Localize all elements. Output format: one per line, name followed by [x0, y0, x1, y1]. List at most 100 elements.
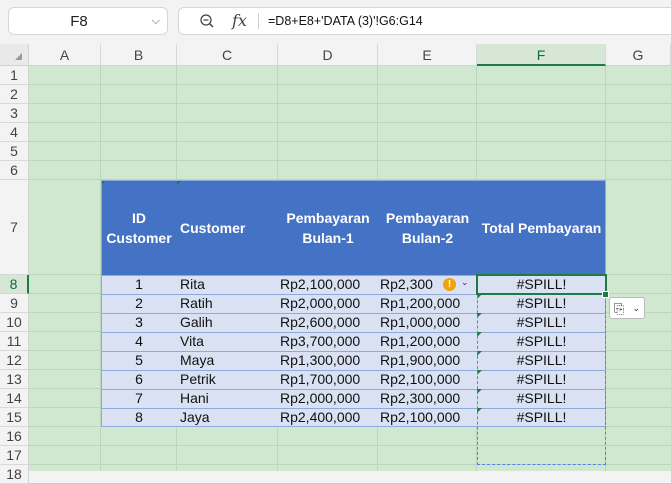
paste-options-icon[interactable]: ⎘: [614, 301, 624, 317]
zoom-icon[interactable]: [199, 13, 215, 32]
gridline-horizontal: [29, 160, 671, 161]
gridline-horizontal: [29, 122, 671, 123]
cell-total[interactable]: #SPILL!: [477, 332, 606, 351]
cell-bulan1[interactable]: Rp2,100,000: [280, 275, 378, 294]
row-header-3[interactable]: 3: [0, 104, 29, 123]
cell-bulan2[interactable]: Rp1,900,000: [380, 351, 477, 370]
fx-icon[interactable]: fx: [232, 11, 247, 30]
cell-bulan1[interactable]: Rp2,000,000: [280, 389, 378, 408]
column-header-a[interactable]: A: [29, 44, 101, 66]
row-header-5[interactable]: 5: [0, 142, 29, 161]
table-header-total[interactable]: Total Pembayaran: [477, 180, 606, 275]
table-header-bulan2[interactable]: Pembayaran Bulan-2: [378, 180, 477, 275]
formula-input[interactable]: =D8+E8+'DATA (3)'!G6:G14: [268, 14, 423, 28]
column-header-d[interactable]: D: [278, 44, 378, 66]
column-header-c[interactable]: C: [177, 44, 278, 66]
cell-bulan1[interactable]: Rp3,700,000: [280, 332, 378, 351]
cell-total[interactable]: #SPILL!: [477, 408, 606, 427]
cell-id[interactable]: 2: [101, 294, 177, 313]
cell-total[interactable]: #SPILL!: [477, 370, 606, 389]
error-indicator: [477, 351, 482, 356]
column-header-e[interactable]: E: [378, 44, 477, 66]
cell-bulan2[interactable]: Rp2,100,000: [380, 408, 477, 427]
cell-id[interactable]: 7: [101, 389, 177, 408]
cell-bulan1[interactable]: Rp2,000,000: [280, 294, 378, 313]
row-header-2[interactable]: 2: [0, 85, 29, 104]
cell-id[interactable]: 8: [101, 408, 177, 427]
row-header-8[interactable]: 8: [0, 275, 29, 294]
cell-total[interactable]: #SPILL!: [477, 389, 606, 408]
table-header-bulan1[interactable]: Pembayaran Bulan-1: [278, 180, 378, 275]
select-all-icon[interactable]: [15, 53, 22, 60]
column-header-f[interactable]: F: [477, 44, 606, 66]
formula-box[interactable]: fx =D8+E8+'DATA (3)'!G6:G14: [178, 7, 671, 35]
chevron-down-icon[interactable]: ⌵: [152, 15, 160, 28]
gridline-horizontal: [29, 84, 671, 85]
row-header-11[interactable]: 11: [0, 332, 29, 351]
paste-options-button[interactable]: ⎘ ⌄: [609, 297, 645, 319]
cell-bulan1[interactable]: Rp1,300,000: [280, 351, 378, 370]
row-header-9[interactable]: 9: [0, 294, 29, 313]
active-cell-selection[interactable]: [476, 274, 607, 295]
row-header-16[interactable]: 16: [0, 427, 29, 446]
cell-bulan2[interactable]: Rp2,300,000: [380, 389, 477, 408]
warning-icon[interactable]: !: [443, 278, 456, 291]
cell-customer[interactable]: Galih: [180, 313, 278, 332]
cell-total[interactable]: #SPILL!: [477, 351, 606, 370]
chevron-down-icon[interactable]: ⌄: [461, 277, 469, 288]
formula-bar-area: F8 ⌵ fx =D8+E8+'DATA (3)'!G6:G14: [0, 0, 671, 44]
cell-customer[interactable]: Rita: [180, 275, 278, 294]
table-header-customer[interactable]: Customer: [177, 180, 278, 275]
cell-customer[interactable]: Ratih: [180, 294, 278, 313]
select-all-corner[interactable]: [0, 44, 29, 66]
column-header-g[interactable]: G: [606, 44, 671, 66]
error-indicator: [477, 389, 482, 394]
cell-bulan2[interactable]: Rp1,200,000: [380, 332, 477, 351]
name-box[interactable]: F8 ⌵: [8, 7, 168, 35]
cell-customer[interactable]: Petrik: [180, 370, 278, 389]
cell-total[interactable]: #SPILL!: [477, 294, 606, 313]
error-indicator: [477, 332, 482, 337]
row-header-7[interactable]: 7: [0, 180, 29, 275]
cell-bulan2[interactable]: Rp2,100,000: [380, 370, 477, 389]
cell-bulan1[interactable]: Rp2,600,000: [280, 313, 378, 332]
cell-bulan2[interactable]: Rp1,000,000: [380, 313, 477, 332]
cell-id[interactable]: 5: [101, 351, 177, 370]
gridline-horizontal: [29, 141, 671, 142]
name-box-value[interactable]: F8: [9, 13, 149, 30]
error-indicator: [477, 408, 482, 413]
cell-id[interactable]: 1: [101, 275, 177, 294]
row-header-15[interactable]: 15: [0, 408, 29, 427]
column-header-b[interactable]: B: [101, 44, 177, 66]
cell-id[interactable]: 4: [101, 332, 177, 351]
worksheet-grid[interactable]: A B C D E F G 1 2 3 4 5 6 7 8 9 10 11 12 13 14 15 16 17 18 ID Cus…: [0, 44, 671, 484]
error-indicator: [101, 180, 106, 185]
row-header-18[interactable]: 18: [0, 465, 29, 484]
row-header-13[interactable]: 13: [0, 370, 29, 389]
row-header-14[interactable]: 14: [0, 389, 29, 408]
divider: [258, 13, 259, 29]
row-header-17[interactable]: 17: [0, 446, 29, 465]
gridline-horizontal: [29, 464, 671, 465]
table-header-id[interactable]: ID Customer: [101, 180, 177, 275]
row-header-6[interactable]: 6: [0, 161, 29, 180]
cell-total[interactable]: #SPILL!: [477, 313, 606, 332]
cell-bulan1[interactable]: Rp1,700,000: [280, 370, 378, 389]
row-header-4[interactable]: 4: [0, 123, 29, 142]
cell-id[interactable]: 3: [101, 313, 177, 332]
row-header-10[interactable]: 10: [0, 313, 29, 332]
cell-customer[interactable]: Jaya: [180, 408, 278, 427]
error-indicator: [477, 370, 482, 375]
cell-customer[interactable]: Maya: [180, 351, 278, 370]
cell-customer[interactable]: Vita: [180, 332, 278, 351]
gridline-horizontal: [29, 445, 671, 446]
cell-bulan2[interactable]: Rp1,200,000: [380, 294, 477, 313]
cell-id[interactable]: 6: [101, 370, 177, 389]
error-indicator: [477, 313, 482, 318]
cell-bulan1[interactable]: Rp2,400,000: [280, 408, 378, 427]
row-header-1[interactable]: 1: [0, 66, 29, 85]
fill-handle[interactable]: [602, 291, 609, 298]
row-header-12[interactable]: 12: [0, 351, 29, 370]
chevron-down-icon[interactable]: ⌄: [632, 303, 640, 314]
cell-customer[interactable]: Hani: [180, 389, 278, 408]
